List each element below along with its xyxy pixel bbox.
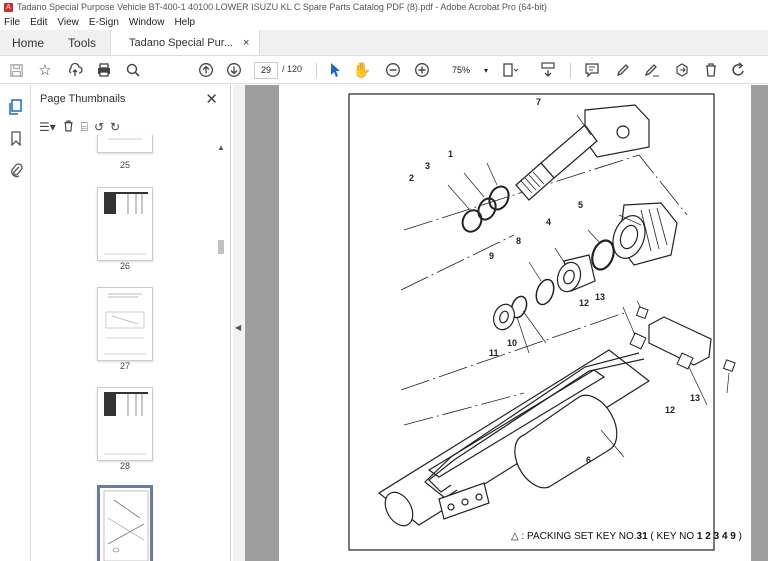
close-tab-icon[interactable]: ×	[243, 37, 249, 49]
packing-set-caption: △ : PACKING SET KEY NO.31 ( KEY NO 1 2 3…	[511, 531, 742, 542]
bookmark-icon[interactable]	[7, 130, 24, 147]
collapse-left-icon: ◀	[235, 323, 242, 332]
zoom-in-icon[interactable]	[412, 60, 432, 80]
save-icon[interactable]	[6, 60, 26, 80]
main-toolbar: ☆ 29 / 120 ✋ 75% ▾	[0, 57, 768, 84]
menu-window[interactable]: Window	[129, 17, 165, 28]
tab-document-label: Tadano Special Pur...	[129, 36, 233, 49]
scroll-mode-icon[interactable]	[538, 60, 558, 80]
thumbnail-page-25[interactable]	[97, 135, 153, 153]
thumbnail-label: 28	[119, 461, 130, 471]
zoom-value: 75%	[452, 65, 471, 75]
callout-11: 11	[489, 348, 499, 358]
menu-help[interactable]: Help	[174, 17, 195, 28]
close-icon[interactable]: ✕	[205, 90, 218, 108]
caption-prefix: △ : PACKING SET KEY NO.	[511, 531, 637, 542]
toolbar-divider	[570, 63, 571, 78]
panel-collapse-handle[interactable]: ◀	[233, 85, 245, 561]
tab-bar: Home Tools Tadano Special Pur... ×	[0, 30, 768, 56]
menu-view[interactable]: View	[57, 17, 79, 28]
left-rail	[0, 85, 31, 561]
thumbnail-tools: ☰▾ ⌸ ↺ ↻	[39, 117, 120, 137]
callout-9: 9	[489, 251, 495, 261]
window-titlebar: A Tadano Special Purpose Vehicle BT-400-…	[0, 0, 768, 14]
window-title: Tadano Special Purpose Vehicle BT-400-1 …	[17, 2, 547, 12]
caption-mid: ( KEY NO	[647, 531, 697, 542]
options-menu-icon[interactable]: ☰▾	[39, 120, 56, 134]
tab-home[interactable]: Home	[0, 30, 56, 55]
menu-esign[interactable]: E-Sign	[89, 17, 119, 28]
callout-4: 4	[546, 217, 552, 227]
page-thumbnails-panel: Page Thumbnails ✕ ☰▾ ⌸ ↺ ↻ ▲ 25 26 27 28	[31, 85, 231, 561]
caption-key: 31	[636, 531, 648, 542]
callout-1: 1	[448, 149, 454, 159]
callout-2: 2	[409, 173, 415, 183]
search-zoom-icon[interactable]	[123, 60, 143, 80]
thumbnail-page-26[interactable]	[97, 187, 153, 261]
callout-8: 8	[516, 236, 522, 246]
thumbnail-page-28[interactable]	[97, 387, 153, 461]
thumbnail-label: 25	[119, 160, 130, 170]
callout-13b: 13	[690, 393, 701, 403]
zoom-dropdown[interactable]: 75% ▾	[446, 62, 490, 79]
delete-icon[interactable]	[701, 60, 721, 80]
callout-7: 7	[536, 97, 542, 107]
thumbnail-label: 26	[119, 261, 130, 271]
caption-end: )	[735, 531, 742, 542]
menu-file[interactable]: File	[4, 17, 20, 28]
callout-6: 6	[586, 455, 592, 465]
menu-edit[interactable]: Edit	[30, 17, 47, 28]
attachment-icon[interactable]	[7, 161, 24, 178]
hand-tool-icon[interactable]: ✋	[352, 60, 372, 80]
thumbnail-label: 27	[119, 361, 130, 371]
acrobat-icon: A	[4, 2, 13, 12]
pen-icon[interactable]	[613, 60, 633, 80]
fit-page-icon[interactable]	[500, 60, 520, 80]
pdf-page: 7 1 3 2 5 4 8 9 12 13 11 10 12 13 6 △ : …	[279, 85, 751, 561]
next-page-icon[interactable]	[224, 60, 244, 80]
rotate-right-icon[interactable]: ↻	[110, 120, 120, 134]
page-total: / 120	[282, 64, 303, 74]
sign-icon[interactable]	[642, 60, 662, 80]
document-view[interactable]: 7 1 3 2 5 4 8 9 12 13 11 10 12 13 6 △ : …	[245, 85, 768, 561]
star-icon[interactable]: ☆	[35, 60, 55, 80]
callout-10: 10	[507, 338, 518, 348]
caption-keys: 1 2 3 4 9	[696, 531, 736, 542]
callout-12b: 12	[665, 405, 676, 415]
zoom-out-icon[interactable]	[383, 60, 403, 80]
menu-bar: File Edit View E-Sign Window Help	[0, 14, 768, 30]
share-icon[interactable]	[672, 60, 692, 80]
tab-tools[interactable]: Tools	[56, 30, 110, 55]
callout-12: 12	[579, 298, 590, 308]
comment-icon[interactable]	[582, 60, 602, 80]
callout-13: 13	[595, 292, 606, 302]
thumbnail-scrollbar[interactable]: ▲	[216, 143, 226, 561]
previous-page-icon[interactable]	[196, 60, 216, 80]
thumbnail-page-29[interactable]	[97, 485, 153, 561]
upload-cloud-icon[interactable]	[65, 60, 85, 80]
delete-page-icon[interactable]	[62, 119, 75, 136]
page-number-input[interactable]: 29	[254, 62, 278, 79]
chevron-down-icon: ▾	[483, 66, 488, 75]
rotate-icon[interactable]	[729, 60, 749, 80]
callout-3: 3	[425, 161, 431, 171]
scroll-up-icon[interactable]: ▲	[217, 143, 225, 152]
select-cursor-icon[interactable]	[325, 60, 345, 80]
callout-5: 5	[578, 200, 584, 210]
thumbnail-page-27[interactable]	[97, 287, 153, 361]
print-icon[interactable]	[94, 60, 114, 80]
extract-pages-icon[interactable]: ⌸	[81, 120, 88, 135]
page-thumbnails-icon[interactable]	[7, 99, 24, 116]
callout-labels: 7 1 3 2 5 4 8 9 12 13 11 10 12 13 6	[279, 85, 751, 561]
tab-document[interactable]: Tadano Special Pur... ×	[110, 30, 261, 55]
scrollbar-thumb[interactable]	[218, 240, 224, 254]
panel-title: Page Thumbnails	[40, 93, 126, 105]
toolbar-divider	[316, 63, 317, 78]
rotate-left-icon[interactable]: ↺	[94, 120, 104, 134]
